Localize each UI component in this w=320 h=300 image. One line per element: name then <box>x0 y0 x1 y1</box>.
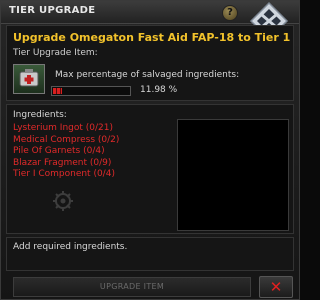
ingredient-preview-box[interactable] <box>177 119 289 231</box>
salvage-percent: 11.98 % <box>140 85 178 95</box>
ingredient-item[interactable]: Medical Compress (0/2) <box>13 135 119 147</box>
gear-icon <box>53 191 73 211</box>
status-message: Add required ingredients. <box>13 242 128 252</box>
medkit-icon[interactable] <box>13 64 45 94</box>
ingredient-item[interactable]: Pile Of Garnets (0/4) <box>13 146 119 158</box>
tier-upgrade-item-label: Tier Upgrade Item: <box>13 48 98 58</box>
ingredients-panel: Ingredients: Lysterium Ingot (0/21) Medi… <box>6 104 294 234</box>
upgrade-info-panel: Upgrade Omegaton Fast Aid FAP-18 to Tier… <box>6 25 294 101</box>
salvage-label: Max percentage of salvaged ingredients: <box>55 70 240 80</box>
upgrade-item-button[interactable]: UPGRADE ITEM <box>13 277 251 297</box>
help-button[interactable]: ? <box>222 5 238 21</box>
upgrade-title: Upgrade Omegaton Fast Aid FAP-18 to Tier… <box>13 31 291 44</box>
tier-upgrade-window: TIER UPGRADE ? Upgrade Omegaton Fast Aid… <box>0 0 300 300</box>
ingredient-item[interactable]: Lysterium Ingot (0/21) <box>13 123 119 135</box>
salvage-progress-fill <box>53 88 62 94</box>
close-button[interactable]: ✕ <box>259 276 293 298</box>
window-title: TIER UPGRADE <box>9 5 96 16</box>
status-panel: Add required ingredients. <box>6 237 294 271</box>
ingredients-list: Lysterium Ingot (0/21) Medical Compress … <box>13 123 119 181</box>
ingredient-item[interactable]: Tier I Component (0/4) <box>13 169 119 181</box>
ingredients-header: Ingredients: <box>13 110 67 120</box>
salvage-progress-bar <box>51 86 131 96</box>
ingredient-item[interactable]: Blazar Fragment (0/9) <box>13 158 119 170</box>
